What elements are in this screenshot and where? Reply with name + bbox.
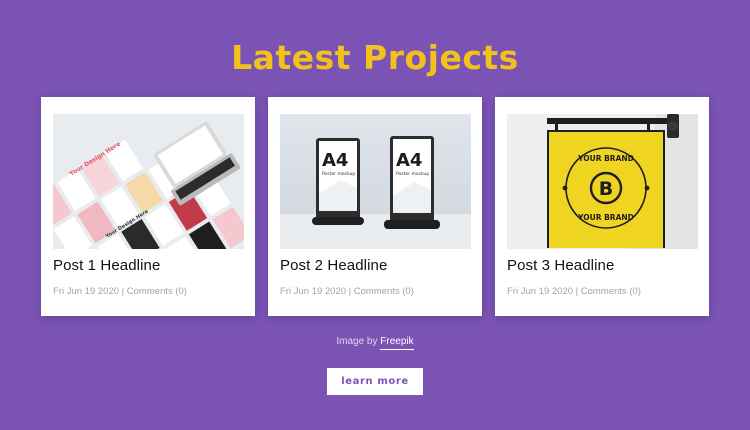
post-3-image[interactable]: B YOUR BRAND YOUR BRAND — [507, 114, 698, 249]
post-2-sub-right: Poster mockup — [396, 171, 429, 177]
post-2-image[interactable]: A4 Poster mockup A4 Poster mockup — [280, 114, 471, 249]
post-3-meta: Fri Jun 19 2020 | Comments (0) — [507, 286, 702, 297]
post-3-brand-top: YOUR BRAND — [577, 154, 634, 163]
post-1-separator: | — [121, 286, 125, 297]
post-3-separator: | — [575, 286, 579, 297]
freepik-link[interactable]: Freepik — [380, 336, 414, 350]
post-1-headline[interactable]: Post 1 Headline — [53, 257, 243, 274]
post-2-comments-link[interactable]: Comments (0) — [354, 286, 414, 297]
post-3-comments-link[interactable]: Comments (0) — [581, 286, 641, 297]
post-3-date: Fri Jun 19 2020 — [507, 286, 574, 297]
post-2-date: Fri Jun 19 2020 — [280, 286, 347, 297]
post-1-meta: Fri Jun 19 2020 | Comments (0) — [53, 286, 248, 297]
post-3-headline[interactable]: Post 3 Headline — [507, 257, 697, 274]
post-card-2[interactable]: A4 Poster mockup A4 Poster mockup Post 2… — [268, 97, 482, 316]
image-credit: Image by Freepik — [0, 336, 750, 350]
learn-more-button[interactable]: learn more — [327, 368, 423, 395]
post-2-sub-left: Poster mockup — [322, 171, 355, 177]
post-3-brand-bottom: YOUR BRAND — [577, 213, 634, 222]
section-title: Latest Projects — [231, 38, 519, 77]
post-1-comments-link[interactable]: Comments (0) — [127, 286, 187, 297]
post-card-3[interactable]: B YOUR BRAND YOUR BRAND Post 3 Headline … — [495, 97, 709, 316]
post-2-meta: Fri Jun 19 2020 | Comments (0) — [280, 286, 475, 297]
post-card-1[interactable]: Your Design Here Your Design Here Post 1… — [41, 97, 255, 316]
post-2-headline[interactable]: Post 2 Headline — [280, 257, 470, 274]
post-2-a4-left: A4 — [322, 150, 348, 171]
post-3-brand-letter: B — [599, 178, 613, 200]
credit-prefix: Image by — [336, 336, 378, 347]
post-2-a4-right: A4 — [396, 150, 422, 171]
post-2-separator: | — [348, 286, 352, 297]
post-1-date: Fri Jun 19 2020 — [53, 286, 120, 297]
post-1-image[interactable]: Your Design Here Your Design Here — [53, 114, 244, 249]
